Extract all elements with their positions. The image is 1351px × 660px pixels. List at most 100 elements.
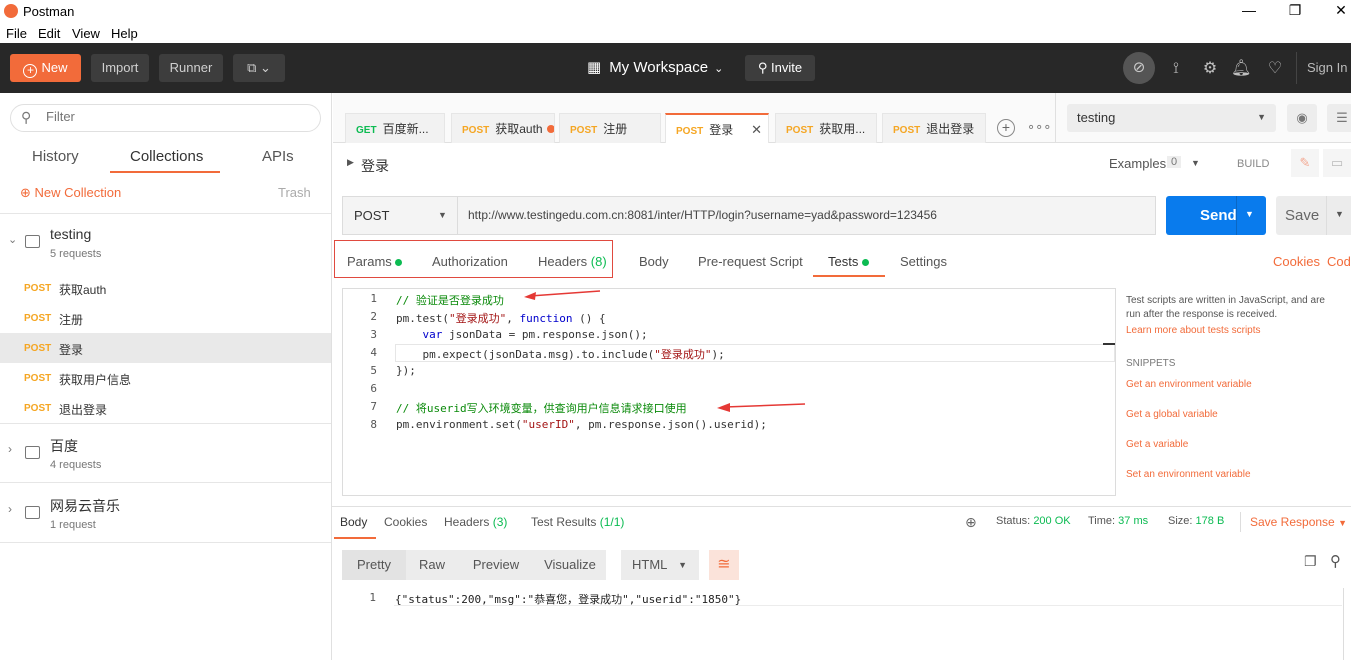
more-tabs-icon[interactable]: ∘∘∘ bbox=[1027, 119, 1051, 135]
collection-netease-music[interactable]: › 网易云音乐 1 request bbox=[0, 484, 331, 543]
invite-button[interactable]: ⚲ Invite bbox=[745, 55, 815, 81]
request-tab[interactable]: POST 退出登录 bbox=[882, 113, 986, 143]
tab-authorization[interactable]: Authorization bbox=[432, 254, 508, 269]
sidebar-request-item[interactable]: POST 获取auth bbox=[0, 273, 331, 303]
menu-view[interactable]: View bbox=[72, 26, 100, 41]
code-link[interactable]: Code bbox=[1327, 254, 1351, 269]
request-tab[interactable]: POST 注册 bbox=[559, 113, 661, 143]
tab-pre-request-script[interactable]: Pre-request Script bbox=[698, 254, 803, 269]
gear-icon[interactable]: ⚙ bbox=[1200, 59, 1220, 79]
title-bar: Postman — ❐ ✕ bbox=[0, 0, 1351, 23]
request-tab[interactable]: POST 获取用... bbox=[775, 113, 877, 143]
restore-icon[interactable]: ❐ bbox=[1285, 2, 1305, 20]
tab-collections[interactable]: Collections bbox=[130, 148, 203, 165]
heart-icon[interactable]: ♡ bbox=[1265, 59, 1285, 79]
method-select[interactable]: POST ▼ bbox=[343, 197, 458, 234]
grid-icon: ▦ bbox=[587, 59, 602, 76]
response-tab-headers[interactable]: Headers (3) bbox=[444, 515, 507, 529]
satellite-icon[interactable]: ⟟ bbox=[1166, 59, 1186, 79]
headers-count: (3) bbox=[492, 515, 508, 529]
workspace-switcher[interactable]: ▦ My Workspace ⌄ bbox=[587, 58, 723, 76]
response-tab-cookies[interactable]: Cookies bbox=[384, 515, 427, 529]
bell-icon[interactable]: 🔔︎ bbox=[1231, 59, 1251, 79]
tab-history[interactable]: History bbox=[32, 148, 79, 165]
tab-headers[interactable]: Headers (8) bbox=[538, 254, 607, 269]
response-json: {"status":200,"msg":"恭喜您，登录成功","userid":… bbox=[395, 593, 742, 606]
settings-sliders-icon[interactable]: ☰ bbox=[1327, 104, 1351, 132]
menu-file[interactable]: File bbox=[6, 26, 27, 41]
eye-icon[interactable]: ◉ bbox=[1287, 104, 1317, 132]
sign-in-button[interactable]: Sign In bbox=[1307, 60, 1347, 75]
snippet-link[interactable]: Get a global variable bbox=[1126, 409, 1218, 420]
learn-more-link[interactable]: Learn more about tests scripts bbox=[1126, 325, 1261, 336]
line-number: 2 bbox=[370, 310, 377, 323]
line-gutter: 1 2 3 4 5 6 7 8 bbox=[343, 289, 391, 495]
request-tab[interactable]: GET 百度新... bbox=[345, 113, 445, 143]
format-value: HTML bbox=[632, 557, 668, 572]
tab-body[interactable]: Body bbox=[639, 254, 669, 269]
save-button[interactable]: Save ▼ bbox=[1276, 196, 1351, 235]
runner-button[interactable]: Runner bbox=[159, 54, 223, 82]
cookies-link[interactable]: Cookies bbox=[1273, 254, 1320, 269]
caret-down-icon: ▼ bbox=[678, 560, 687, 570]
sidebar-request-item[interactable]: POST 注册 bbox=[0, 303, 331, 333]
menu-edit[interactable]: Edit bbox=[38, 26, 60, 41]
view-pretty-button[interactable]: Pretty bbox=[342, 550, 406, 580]
caret-right-icon[interactable]: ▶ bbox=[347, 157, 354, 168]
environment-select[interactable]: testing ▼ bbox=[1067, 104, 1276, 132]
tab-settings[interactable]: Settings bbox=[900, 254, 947, 269]
wrap-lines-icon[interactable]: ≅ bbox=[709, 550, 739, 580]
filter-input[interactable] bbox=[46, 109, 306, 124]
view-visualize-button[interactable]: Visualize bbox=[534, 550, 606, 580]
filter-field[interactable]: ⚲ bbox=[10, 104, 321, 132]
collection-baidu[interactable]: › 百度 4 requests bbox=[0, 424, 331, 483]
sync-off-icon[interactable]: ⊘ bbox=[1123, 52, 1155, 84]
add-tab-icon[interactable]: + bbox=[997, 119, 1015, 137]
response-tab-body[interactable]: Body bbox=[340, 515, 367, 529]
add-user-icon: ⚲ bbox=[757, 60, 772, 75]
format-select[interactable]: HTML ▼ bbox=[621, 550, 699, 580]
scrollbar[interactable] bbox=[1343, 588, 1351, 660]
request-tab[interactable]: POST 获取auth bbox=[451, 113, 555, 143]
new-button[interactable]: + New bbox=[10, 54, 81, 82]
caret-down-icon: ▼ bbox=[438, 210, 447, 220]
view-raw-button[interactable]: Raw bbox=[406, 550, 458, 580]
sidebar-request-item[interactable]: POST 获取用户信息 bbox=[0, 363, 331, 393]
comment-icon[interactable]: ▭ bbox=[1323, 149, 1351, 177]
scrollbar-marker[interactable] bbox=[1103, 343, 1115, 345]
import-button[interactable]: Import bbox=[91, 54, 149, 82]
request-tab-active[interactable]: POST 登录 ✕ bbox=[665, 113, 769, 143]
new-collection-button[interactable]: ⊕ New Collection bbox=[20, 185, 121, 201]
examples-label[interactable]: Examples bbox=[1109, 156, 1166, 171]
close-icon[interactable]: ✕ bbox=[1331, 2, 1351, 20]
snippet-link[interactable]: Get a variable bbox=[1126, 439, 1188, 450]
sidebar-request-item[interactable]: POST 退出登录 bbox=[0, 393, 331, 423]
trash-button[interactable]: Trash bbox=[278, 185, 311, 200]
snippet-link[interactable]: Get an environment variable bbox=[1126, 379, 1252, 390]
sidebar-request-item-selected[interactable]: POST 登录 bbox=[0, 333, 331, 363]
copy-icon[interactable]: ❐ bbox=[1304, 553, 1317, 570]
response-body[interactable]: 1 {"status":200,"msg":"恭喜您，登录成功","userid… bbox=[342, 588, 1342, 660]
snippet-link[interactable]: Set an environment variable bbox=[1126, 469, 1251, 480]
tab-params[interactable]: Params bbox=[347, 254, 403, 269]
tab-apis[interactable]: APIs bbox=[262, 148, 294, 165]
collection-testing[interactable]: ⌄ testing 5 requests bbox=[0, 214, 331, 272]
edit-icon[interactable]: ✎ bbox=[1291, 149, 1319, 177]
caret-down-icon[interactable]: ▼ bbox=[1335, 209, 1344, 219]
send-button[interactable]: Send ▼ bbox=[1166, 196, 1266, 235]
new-window-button[interactable]: ⧉ ⌄ bbox=[233, 54, 285, 82]
view-preview-button[interactable]: Preview bbox=[460, 550, 532, 580]
menu-help[interactable]: Help bbox=[111, 26, 138, 41]
response-tab-test-results[interactable]: Test Results (1/1) bbox=[531, 515, 624, 529]
globe-icon[interactable]: ⊕ bbox=[965, 514, 977, 531]
save-response-button[interactable]: Save Response ▼ bbox=[1250, 515, 1347, 529]
caret-down-icon[interactable]: ▼ bbox=[1245, 209, 1254, 219]
request-name: 登录 bbox=[59, 343, 84, 357]
tab-tests[interactable]: Tests bbox=[828, 254, 869, 269]
url-input[interactable]: http://www.testingedu.com.cn:8081/inter/… bbox=[468, 208, 937, 222]
close-tab-icon[interactable]: ✕ bbox=[751, 115, 762, 143]
caret-down-icon[interactable]: ▼ bbox=[1191, 158, 1200, 168]
search-icon[interactable]: ⚲ bbox=[1330, 552, 1341, 570]
minimize-icon[interactable]: — bbox=[1239, 2, 1259, 20]
